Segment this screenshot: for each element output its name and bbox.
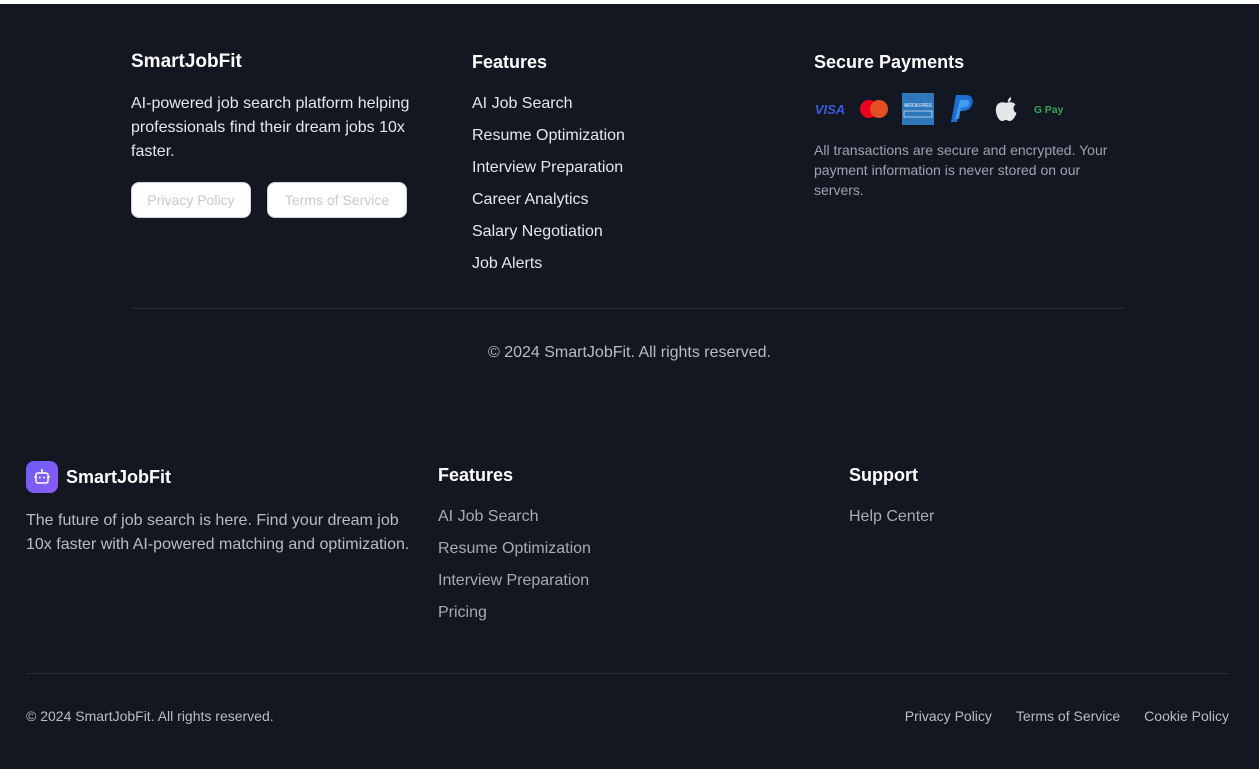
support-link-help-center[interactable]: Help Center: [849, 505, 934, 537]
amex-text: AMERICAN EXPRESS: [904, 103, 932, 109]
feature-link-job-alerts[interactable]: Job Alerts: [472, 252, 625, 284]
gpay-text: G Pay: [1034, 105, 1064, 116]
feature-link-ai-job-search[interactable]: AI Job Search: [472, 92, 625, 124]
brand-title: SmartJobFit: [131, 51, 242, 72]
footer-top-payments: Secure Payments VISA AMERICAN EXPRESS G …: [814, 50, 1124, 200]
terms-of-service-link[interactable]: Terms of Service: [1016, 707, 1120, 725]
footer-bottom-features: Features AI Job Search Resume Optimizati…: [438, 463, 591, 633]
brand-title[interactable]: SmartJobFit: [66, 467, 171, 488]
footer-top-divider: [131, 308, 1125, 309]
feature-link-interview-preparation[interactable]: Interview Preparation: [472, 156, 625, 188]
footer-bottom-divider: [26, 673, 1229, 674]
policy-buttons: Privacy Policy Terms of Service: [131, 182, 441, 218]
amex-icon: AMERICAN EXPRESS: [902, 93, 934, 125]
payment-icons: VISA AMERICAN EXPRESS G Pay: [814, 92, 1124, 126]
payment-security-note: All transactions are secure and encrypte…: [814, 142, 1108, 198]
robot-icon: [26, 461, 58, 493]
footer-bottom-copyright: © 2024 SmartJobFit. All rights reserved.: [26, 708, 274, 724]
feature-link-career-analytics[interactable]: Career Analytics: [472, 188, 625, 220]
visa-text: VISA: [815, 102, 845, 116]
feature-link-salary-negotiation[interactable]: Salary Negotiation: [472, 220, 625, 252]
visa-icon: VISA: [814, 93, 846, 125]
support-heading: Support: [849, 465, 918, 485]
paypal-icon: [946, 93, 978, 125]
feature-link-ai-job-search[interactable]: AI Job Search: [438, 505, 591, 537]
brand-row: SmartJobFit: [26, 461, 416, 493]
privacy-policy-button[interactable]: Privacy Policy: [131, 182, 251, 218]
apple-pay-icon: [990, 93, 1022, 125]
feature-link-interview-preparation[interactable]: Interview Preparation: [438, 569, 591, 601]
support-list: Help Center: [849, 505, 934, 537]
footer-bottom-support: Support Help Center: [849, 463, 934, 537]
feature-link-resume-optimization[interactable]: Resume Optimization: [472, 124, 625, 156]
google-pay-icon: G Pay: [1034, 93, 1066, 125]
features-list: AI Job Search Resume Optimization Interv…: [438, 505, 591, 633]
terms-of-service-button[interactable]: Terms of Service: [267, 182, 407, 218]
payments-heading: Secure Payments: [814, 52, 965, 72]
footer-top-copyright: © 2024 SmartJobFit. All rights reserved.: [487, 344, 771, 361]
features-heading: Features: [438, 465, 514, 485]
brand-description: AI-powered job search platform helping p…: [131, 95, 410, 160]
privacy-policy-link[interactable]: Privacy Policy: [905, 707, 992, 725]
legal-links: Privacy Policy Terms of Service Cookie P…: [905, 707, 1229, 725]
features-list: AI Job Search Resume Optimization Interv…: [472, 92, 625, 284]
footer-bottom-brand: SmartJobFit The future of job search is …: [26, 461, 416, 557]
footer-top-features: Features AI Job Search Resume Optimizati…: [472, 50, 625, 284]
feature-link-pricing[interactable]: Pricing: [438, 601, 591, 633]
footer-top-brand: SmartJobFit AI-powered job search platfo…: [131, 50, 441, 218]
feature-link-resume-optimization[interactable]: Resume Optimization: [438, 537, 591, 569]
cookie-policy-link[interactable]: Cookie Policy: [1144, 707, 1229, 725]
top-strip: [0, 0, 1259, 4]
features-heading: Features: [472, 52, 548, 72]
brand-description: The future of job search is here. Find y…: [26, 512, 410, 553]
mastercard-icon: [858, 93, 890, 125]
